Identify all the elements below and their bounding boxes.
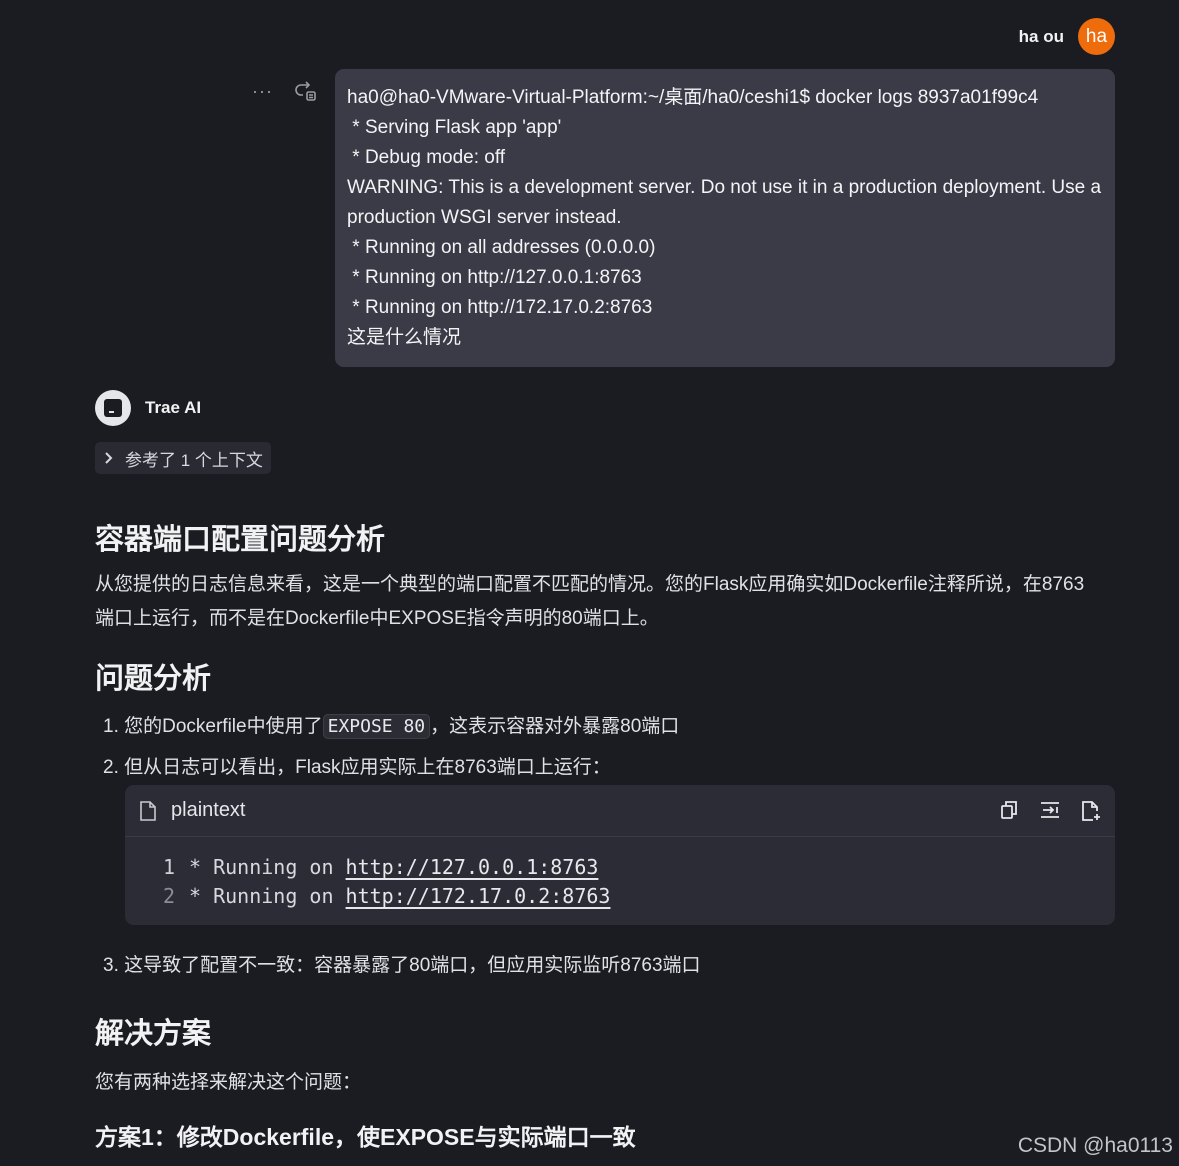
code-url[interactable]: http://172.17.0.2:8763 [346, 884, 611, 908]
code-line: 2 * Running on http://172.17.0.2:8763 [161, 882, 1115, 911]
user-avatar[interactable]: ha [1078, 18, 1115, 55]
assistant-header: Trae AI [95, 390, 201, 426]
choice-paragraph: 您有两种选择来解决这个问题： [95, 1072, 362, 1093]
list-item: 2. 但从日志可以看出，Flask应用实际上在8763端口上运行： [103, 757, 611, 778]
list-item-text: ，这表示容器对外暴露80端口 [430, 716, 680, 737]
list-item: 1. 您的Dockerfile中使用了 EXPOSE 80 ，这表示容器对外暴露80… [103, 713, 679, 741]
apply-file-icon[interactable] [1081, 800, 1101, 822]
inline-code: EXPOSE 80 [322, 714, 431, 739]
code-text: * Running on [189, 884, 346, 908]
list-item: 3. 这导致了配置不一致：容器暴露了80端口，但应用实际监听8763端口 [103, 955, 701, 976]
chevron-right-icon [103, 452, 113, 464]
code-url[interactable]: http://127.0.0.1:8763 [346, 855, 599, 879]
message-line: * Running on http://127.0.0.1:8763 [347, 267, 642, 288]
message-line: * Debug mode: off [347, 147, 506, 168]
user-header: ha ou ha [1019, 18, 1115, 55]
line-number: 2 [162, 884, 175, 908]
retry-icon[interactable] [293, 80, 317, 102]
copy-icon[interactable] [999, 800, 1019, 822]
line-number: 1 [162, 855, 175, 879]
watermark: CSDN @ha0113 [1017, 1134, 1173, 1157]
context-reference-toggle[interactable]: 参考了 1 个上下文 [95, 442, 271, 474]
intro-paragraph: 从您提供的日志信息来看，这是一个典型的端口配置不匹配的情况。您的Flask应用确… [95, 574, 1085, 629]
message-line: ha0@ha0-VMware-Virtual-Platform:~/桌面/ha0… [347, 87, 1039, 108]
file-icon [139, 800, 157, 822]
code-block-body: 1 * Running on http://127.0.0.1:8763 2 *… [125, 837, 1115, 911]
assistant-name: Trae AI [145, 398, 202, 417]
message-actions: ··· [252, 80, 317, 102]
insert-icon[interactable] [1039, 800, 1061, 822]
heading-solution: 解决方案 [95, 1018, 212, 1050]
user-name: ha ou [1018, 26, 1064, 46]
heading-main: 容器端口配置问题分析 [95, 524, 386, 556]
more-icon[interactable]: ··· [252, 81, 273, 102]
message-line: * Running on http://172.17.0.2:8763 [347, 297, 653, 318]
user-message-bubble: ha0@ha0-VMware-Virtual-Platform:~/桌面/ha0… [335, 69, 1115, 367]
code-block-header: plaintext [125, 785, 1115, 837]
message-line: * Running on all addresses (0.0.0.0) [347, 237, 656, 258]
code-language: plaintext [171, 799, 246, 821]
heading-plan1: 方案1：修改Dockerfile，使EXPOSE与实际端口一致 [95, 1124, 636, 1150]
message-line: * Serving Flask app 'app' [347, 117, 562, 138]
heading-problem: 问题分析 [95, 663, 212, 695]
code-text: * Running on [189, 855, 346, 879]
list-item-text: 1. 您的Dockerfile中使用了 [103, 716, 323, 737]
message-line: WARNING: This is a development server. D… [347, 177, 1107, 228]
context-chip-label: 参考了 1 个上下文 [125, 450, 263, 470]
trae-logo-icon [95, 390, 131, 426]
code-block: plaintext 1 * Running on http://127.0.0.… [125, 785, 1115, 925]
message-line: 这是什么情况 [347, 327, 462, 348]
code-line: 1 * Running on http://127.0.0.1:8763 [161, 853, 1115, 882]
